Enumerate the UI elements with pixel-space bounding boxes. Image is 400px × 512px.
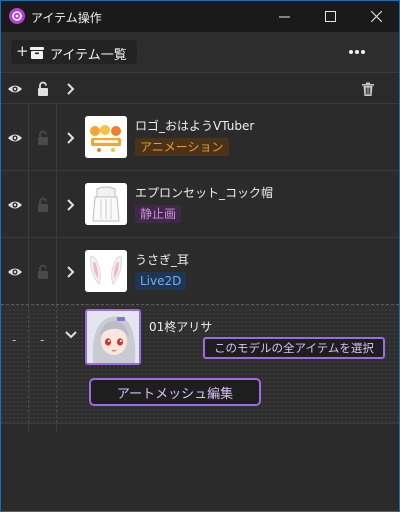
- empty-list-area: [1, 424, 399, 511]
- item-name: エプロンセット_コック帽: [135, 186, 274, 200]
- lock-dash: -: [40, 333, 45, 347]
- item-box-icon: [30, 47, 44, 59]
- chevron-right-icon[interactable]: [63, 81, 79, 97]
- column-header-row: [1, 72, 399, 104]
- close-icon: [370, 11, 382, 22]
- close-button[interactable]: [353, 1, 399, 32]
- item-type-badge: 静止画: [135, 205, 182, 223]
- window-title: アイテム操作: [31, 11, 102, 25]
- lock-cell[interactable]: [29, 238, 57, 304]
- lock-cell: -: [29, 305, 57, 423]
- eye-icon[interactable]: [7, 197, 23, 213]
- add-item-list-button[interactable]: + アイテム一覧: [11, 40, 137, 64]
- minimize-button[interactable]: [261, 1, 307, 32]
- more-options-button[interactable]: [341, 40, 373, 64]
- eye-icon[interactable]: [7, 264, 23, 280]
- list-item[interactable]: ロゴ_おはようVTuber アニメーション: [1, 104, 399, 171]
- unlock-icon[interactable]: [35, 197, 51, 213]
- item-list-label: アイテム一覧: [50, 48, 127, 63]
- item-operation-window: アイテム操作 + アイテム一覧 ロゴ_おはようVTuber アニメーション エプ…: [0, 0, 400, 512]
- unlock-icon[interactable]: [35, 264, 51, 280]
- chevron-right-icon[interactable]: [63, 130, 79, 146]
- item-type-badge: Live2D: [135, 272, 187, 290]
- chevron-down-icon[interactable]: [63, 327, 79, 343]
- unlock-icon[interactable]: [35, 130, 51, 146]
- visibility-dash: -: [12, 333, 17, 347]
- trash-icon[interactable]: [360, 81, 376, 97]
- more-dots-icon: [349, 50, 365, 54]
- plus-icon: +: [16, 42, 29, 60]
- unlock-icon[interactable]: [35, 81, 51, 97]
- visibility-cell: -: [1, 305, 29, 423]
- artmesh-edit-button[interactable]: アートメッシュ編集: [89, 378, 261, 406]
- visibility-cell[interactable]: [1, 238, 29, 304]
- chevron-right-icon[interactable]: [63, 264, 79, 280]
- list-item[interactable]: うさぎ_耳 Live2D: [1, 238, 399, 305]
- column-divider: [1, 424, 29, 432]
- eye-icon[interactable]: [7, 130, 23, 146]
- app-logo-icon: [9, 8, 25, 24]
- lock-cell[interactable]: [29, 171, 57, 237]
- item-type-badge: アニメーション: [135, 138, 229, 156]
- visibility-cell[interactable]: [1, 171, 29, 237]
- maximize-button[interactable]: [307, 1, 353, 32]
- avatar-thumbnail: [85, 309, 141, 365]
- rabbit-ears-thumbnail: [85, 250, 127, 292]
- item-name: うさぎ_耳: [135, 253, 190, 267]
- logo-thumbnail: [85, 116, 127, 158]
- list-item[interactable]: エプロンセット_コック帽 静止画: [1, 171, 399, 238]
- item-list-header: + アイテム一覧: [1, 32, 399, 72]
- model-name: 01柊アリサ: [149, 320, 213, 334]
- minimize-icon: [278, 16, 290, 18]
- item-name: ロゴ_おはようVTuber: [135, 119, 255, 133]
- visibility-cell[interactable]: [1, 104, 29, 170]
- select-all-items-button[interactable]: このモデルの全アイテムを選択: [203, 337, 385, 359]
- lock-cell[interactable]: [29, 104, 57, 170]
- maximize-icon: [324, 11, 336, 22]
- eye-icon[interactable]: [7, 81, 23, 97]
- chevron-right-icon[interactable]: [63, 197, 79, 213]
- column-divider: [29, 424, 57, 432]
- selected-model-row[interactable]: - - 01柊アリサ このモデルの全アイテムを選択 アートメッシュ編集: [1, 304, 399, 424]
- title-bar: アイテム操作: [1, 1, 399, 32]
- apron-thumbnail: [85, 183, 127, 225]
